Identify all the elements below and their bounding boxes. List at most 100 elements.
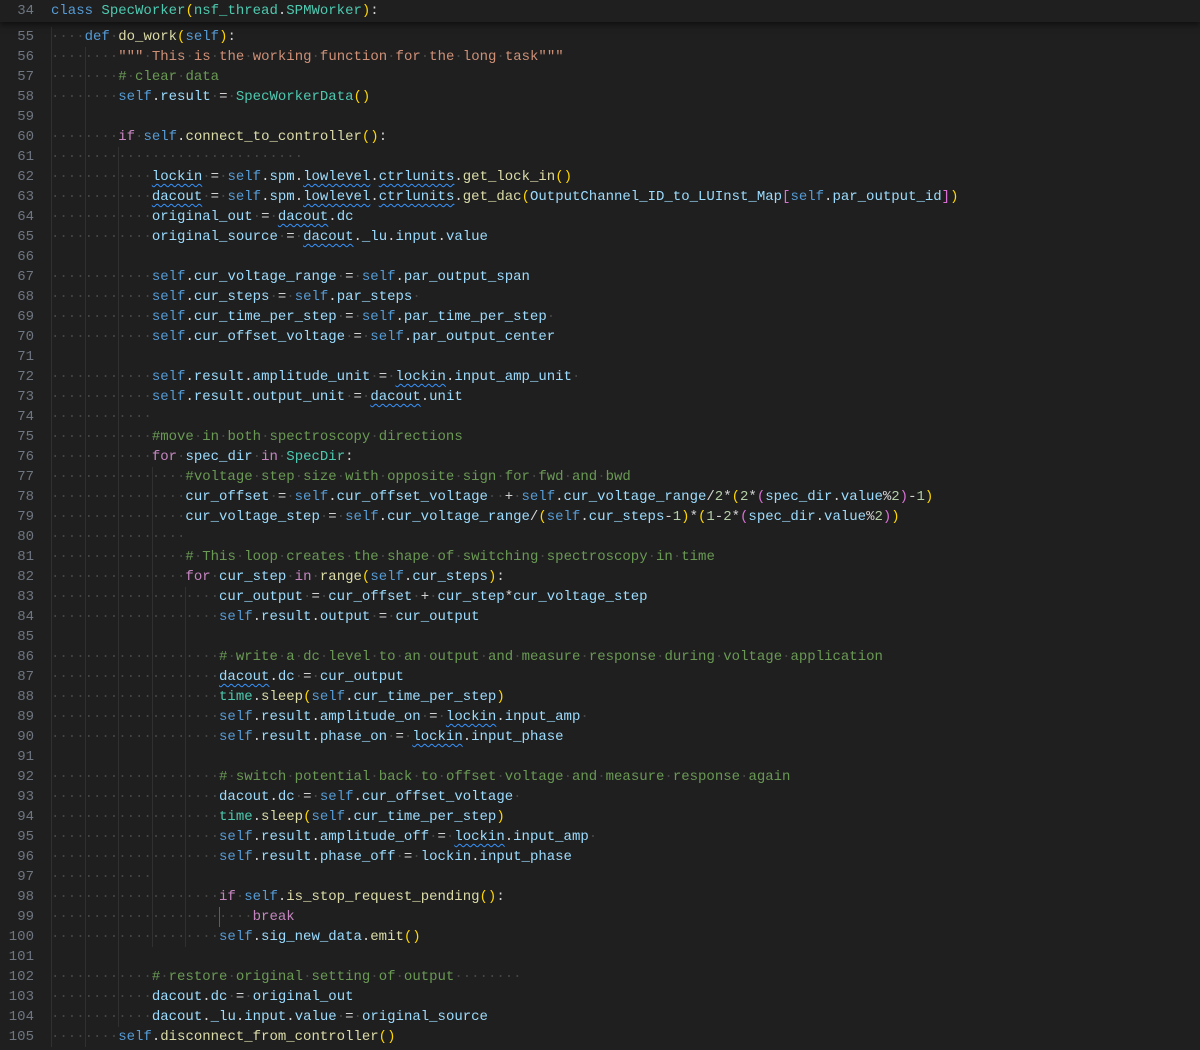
code-line[interactable]: 64············original_out·=·dacout.dc xyxy=(0,207,1200,227)
code-line[interactable]: 56········"""·This·is·the·working·functi… xyxy=(0,47,1200,67)
line-number[interactable]: 70 xyxy=(0,327,34,347)
line-number[interactable]: 83 xyxy=(0,587,34,607)
code-line-content[interactable]: ············self.cur_time_per_step·=·sel… xyxy=(34,307,1200,327)
line-number[interactable]: 80 xyxy=(0,527,34,547)
code-editor[interactable]: 34class SpecWorker(nsf_thread.SPMWorker)… xyxy=(0,0,1200,1050)
code-line[interactable]: 81················#·This·loop·creates·th… xyxy=(0,547,1200,567)
line-number[interactable]: 56 xyxy=(0,47,34,67)
code-line[interactable]: 60········if·self.connect_to_controller(… xyxy=(0,127,1200,147)
sticky-line-number[interactable]: 34 xyxy=(0,0,34,22)
code-line-content[interactable] xyxy=(34,747,1200,767)
code-line[interactable]: 98····················if·self.is_stop_re… xyxy=(0,887,1200,907)
code-line[interactable]: 78················cur_offset·=·self.cur_… xyxy=(0,487,1200,507)
code-line-content[interactable]: ············lockin·=·self.spm.lowlevel.c… xyxy=(34,167,1200,187)
code-line[interactable]: 97············ xyxy=(0,867,1200,887)
code-line-content[interactable]: class SpecWorker(nsf_thread.SPMWorker): xyxy=(34,0,1200,22)
sticky-scroll-header[interactable]: 34class SpecWorker(nsf_thread.SPMWorker)… xyxy=(0,0,1200,22)
code-line[interactable]: 87····················dacout.dc·=·cur_ou… xyxy=(0,667,1200,687)
code-line-content[interactable] xyxy=(34,247,1200,267)
code-line[interactable]: 73············self.result.output_unit·=·… xyxy=(0,387,1200,407)
code-line-content[interactable]: ············ xyxy=(34,407,1200,427)
code-line-content[interactable]: ············dacout·=·self.spm.lowlevel.c… xyxy=(34,187,1200,207)
code-line-content[interactable]: ············self.cur_voltage_range·=·sel… xyxy=(34,267,1200,287)
line-number[interactable]: 93 xyxy=(0,787,34,807)
line-number[interactable]: 63 xyxy=(0,187,34,207)
code-line-content[interactable]: ············self.cur_steps·=·self.par_st… xyxy=(34,287,1200,307)
code-line[interactable]: 84····················self.result.output… xyxy=(0,607,1200,627)
line-number[interactable]: 65 xyxy=(0,227,34,247)
code-line[interactable]: 91 xyxy=(0,747,1200,767)
code-line[interactable]: 58········self.result·=·SpecWorkerData() xyxy=(0,87,1200,107)
code-line[interactable]: 68············self.cur_steps·=·self.par_… xyxy=(0,287,1200,307)
code-line-content[interactable]: ····················self.sig_new_data.em… xyxy=(34,927,1200,947)
line-number[interactable]: 99 xyxy=(0,907,34,927)
line-number[interactable]: 103 xyxy=(0,987,34,1007)
code-line[interactable]: 63············dacout·=·self.spm.lowlevel… xyxy=(0,187,1200,207)
line-number[interactable]: 91 xyxy=(0,747,34,767)
code-line-content[interactable]: ················ xyxy=(34,527,1200,547)
code-line-content[interactable]: ····················if·self.is_stop_requ… xyxy=(34,887,1200,907)
code-line-content[interactable]: ············self.result.output_unit·=·da… xyxy=(34,387,1200,407)
code-line[interactable]: 76············for·spec_dir·in·SpecDir: xyxy=(0,447,1200,467)
line-number[interactable]: 88 xyxy=(0,687,34,707)
line-number[interactable]: 60 xyxy=(0,127,34,147)
line-number[interactable]: 105 xyxy=(0,1027,34,1047)
line-number[interactable]: 79 xyxy=(0,507,34,527)
code-line[interactable]: 88····················time.sleep(self.cu… xyxy=(0,687,1200,707)
line-number[interactable]: 77 xyxy=(0,467,34,487)
line-number[interactable]: 76 xyxy=(0,447,34,467)
line-number[interactable]: 97 xyxy=(0,867,34,887)
code-line-content[interactable] xyxy=(34,627,1200,647)
code-line-content[interactable] xyxy=(34,107,1200,127)
line-number[interactable]: 95 xyxy=(0,827,34,847)
code-line-content[interactable]: ········#·clear·data xyxy=(34,67,1200,87)
code-line[interactable]: 96····················self.result.phase_… xyxy=(0,847,1200,867)
code-line[interactable]: 95····················self.result.amplit… xyxy=(0,827,1200,847)
code-line[interactable]: 93····················dacout.dc·=·self.c… xyxy=(0,787,1200,807)
code-line-content[interactable]: ························break xyxy=(34,907,1200,927)
code-line-content[interactable]: ············dacout._lu.input.value·=·ori… xyxy=(34,1007,1200,1027)
line-number[interactable]: 64 xyxy=(0,207,34,227)
line-number[interactable]: 84 xyxy=(0,607,34,627)
code-line-content[interactable]: ················#·This·loop·creates·the·… xyxy=(34,547,1200,567)
line-number[interactable]: 90 xyxy=(0,727,34,747)
code-line-content[interactable]: ············#move·in·both·spectroscopy·d… xyxy=(34,427,1200,447)
code-line-content[interactable]: ············self.result.amplitude_unit·=… xyxy=(34,367,1200,387)
line-number[interactable]: 67 xyxy=(0,267,34,287)
code-line[interactable]: 57········#·clear·data xyxy=(0,67,1200,87)
code-line[interactable]: 94····················time.sleep(self.cu… xyxy=(0,807,1200,827)
code-line[interactable]: 82················for·cur_step·in·range(… xyxy=(0,567,1200,587)
code-line[interactable]: 92····················#·switch·potential… xyxy=(0,767,1200,787)
line-number[interactable]: 72 xyxy=(0,367,34,387)
code-line[interactable]: 90····················self.result.phase_… xyxy=(0,727,1200,747)
code-line[interactable]: 105········self.disconnect_from_controll… xyxy=(0,1027,1200,1047)
code-line[interactable]: 83····················cur_output·=·cur_o… xyxy=(0,587,1200,607)
code-line-content[interactable]: ········"""·This·is·the·working·function… xyxy=(34,47,1200,67)
code-lines-container[interactable]: 55····def·do_work(self):56········"""·Th… xyxy=(0,27,1200,1047)
code-line[interactable]: 79················cur_voltage_step·=·sel… xyxy=(0,507,1200,527)
code-line[interactable]: 101 xyxy=(0,947,1200,967)
line-number[interactable]: 85 xyxy=(0,627,34,647)
code-line[interactable]: 85 xyxy=(0,627,1200,647)
code-line-content[interactable]: ····················self.result.amplitud… xyxy=(34,707,1200,727)
line-number[interactable]: 94 xyxy=(0,807,34,827)
line-number[interactable]: 100 xyxy=(0,927,34,947)
code-line-content[interactable]: ····················#·write·a·dc·level·t… xyxy=(34,647,1200,667)
code-line-content[interactable]: ····················dacout.dc·=·self.cur… xyxy=(34,787,1200,807)
line-number[interactable]: 104 xyxy=(0,1007,34,1027)
line-number[interactable]: 92 xyxy=(0,767,34,787)
code-line-content[interactable]: ········self.result·=·SpecWorkerData() xyxy=(34,87,1200,107)
code-line-content[interactable]: ············dacout.dc·=·original_out xyxy=(34,987,1200,1007)
code-line[interactable]: 74············ xyxy=(0,407,1200,427)
code-line[interactable]: 71 xyxy=(0,347,1200,367)
code-line[interactable]: 103············dacout.dc·=·original_out xyxy=(0,987,1200,1007)
code-line[interactable]: 59 xyxy=(0,107,1200,127)
code-line-content[interactable] xyxy=(34,947,1200,967)
code-line[interactable]: 100····················self.sig_new_data… xyxy=(0,927,1200,947)
code-line-content[interactable]: ····················time.sleep(self.cur_… xyxy=(34,687,1200,707)
line-number[interactable]: 61 xyxy=(0,147,34,167)
code-line[interactable]: 69············self.cur_time_per_step·=·s… xyxy=(0,307,1200,327)
line-number[interactable]: 58 xyxy=(0,87,34,107)
line-number[interactable]: 55 xyxy=(0,27,34,47)
code-line[interactable]: 99························break xyxy=(0,907,1200,927)
